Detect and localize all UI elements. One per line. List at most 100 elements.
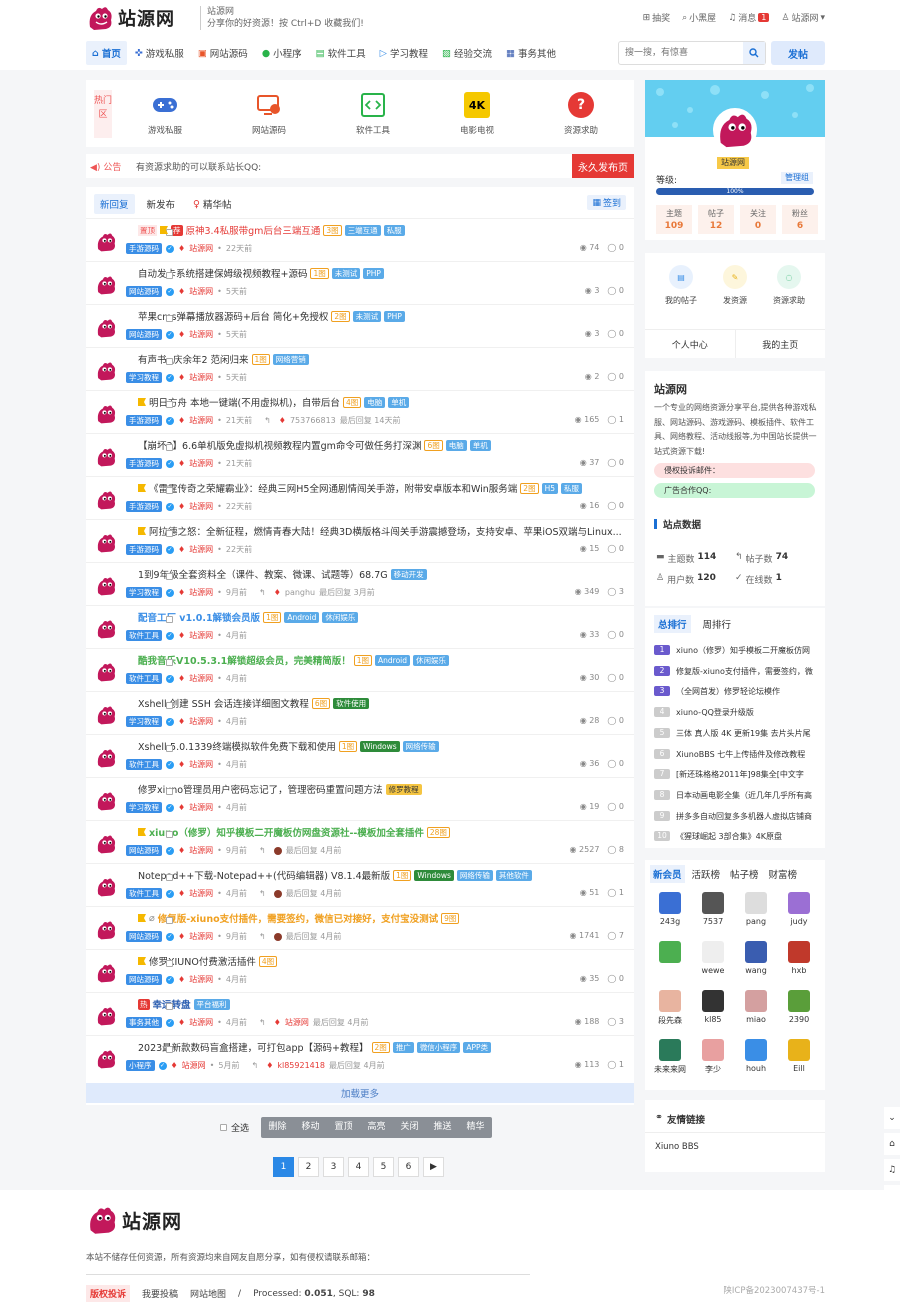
avatar[interactable] — [95, 661, 117, 683]
page-4[interactable]: 4 — [348, 1157, 369, 1177]
hot-item-software[interactable]: 软件工具 — [338, 92, 408, 136]
avatar[interactable] — [95, 360, 117, 382]
category-tag[interactable]: 手游源码 — [126, 501, 162, 512]
user-center-link[interactable]: 个人中心 — [645, 330, 736, 358]
thread-title[interactable]: 《雷霆传奇之荣耀霸业》：经典三网H5全网通剧情闯关手游，附带安卓版本和Win服务… — [149, 481, 517, 495]
thread-checkbox[interactable] — [166, 788, 173, 795]
profile-name[interactable]: 站源网 — [717, 157, 749, 169]
last-reply-user[interactable]: 站源网 — [285, 1017, 309, 1028]
category-tag[interactable]: 事务其他 — [126, 1017, 162, 1028]
thread-tag[interactable]: 休闲娱乐 — [413, 654, 450, 666]
thread-checkbox[interactable] — [166, 272, 173, 279]
avatar[interactable] — [95, 704, 117, 726]
load-more-button[interactable]: 加载更多 — [86, 1083, 634, 1103]
table-row[interactable]: 阿拉德之怒：全新征程，燃情青春大陆！经典3D横版格斗闯关手游震撼登场，支持安卓、… — [86, 519, 634, 562]
thread-tag[interactable]: Windows — [360, 740, 400, 752]
thread-title[interactable]: 修罗xiuno管理员用户密码忘记了，管理密码重置问题方法 — [138, 782, 383, 796]
thread-tag[interactable]: 电脑 — [364, 396, 386, 408]
category-tag[interactable]: 学习教程 — [126, 372, 162, 383]
stat-posts[interactable]: 帖子 12 — [698, 205, 734, 234]
member-item[interactable]: houh — [736, 1039, 776, 1073]
page-3[interactable]: 3 — [323, 1157, 344, 1177]
page-5[interactable]: 5 — [373, 1157, 394, 1177]
category-tag[interactable]: 小程序 — [126, 1060, 155, 1071]
thread-checkbox[interactable] — [166, 659, 173, 666]
avatar[interactable] — [95, 1005, 117, 1027]
submit-link[interactable]: 我要投稿 — [142, 1287, 178, 1300]
permanent-page-button[interactable]: 永久发布页 — [572, 154, 634, 178]
category-tag[interactable]: 软件工具 — [126, 673, 162, 684]
member-item[interactable]: judy — [779, 892, 819, 926]
thread-checkbox[interactable] — [166, 1003, 173, 1010]
table-row[interactable]: 修罗xiuno管理员用户密码忘记了，管理密码重置问题方法 修罗教程 学习教程 ✓ ♦ 站源… — [86, 777, 634, 820]
member-item[interactable]: wang — [736, 941, 776, 975]
thread-checkbox[interactable] — [166, 702, 173, 709]
table-row[interactable]: 修罗XIUNO付费激活插件 4图 网站源码 ✓ ♦ 站源网 • 4月前 ◉ 35 ◯ 0 — [86, 949, 634, 992]
tab-new-members[interactable]: 新会员 — [650, 865, 685, 883]
avatar[interactable] — [95, 317, 117, 339]
thread-tag[interactable]: PHP — [363, 267, 384, 279]
ranking-item[interactable]: 1 xiuno（修罗）知乎模板二开魔板仿网 — [654, 645, 819, 656]
thread-tag[interactable]: H5 — [541, 482, 558, 494]
table-row[interactable]: 有声书 -庆余年2 范闲归来 1图 网络营销 学习教程 ✓ ♦ 站源网 • 5天前 ◉ 2 ◯ 0 — [86, 347, 634, 390]
copyright-complaint-link[interactable]: 版权投诉 — [86, 1285, 131, 1302]
thread-title[interactable]: 明日方舟 本地一键端(不用虚拟机)，自带后台 — [149, 395, 340, 409]
thread-tag[interactable]: 微信小程序 — [416, 1041, 461, 1053]
tab-new-posts[interactable]: 新发布 — [141, 194, 182, 214]
push-button[interactable]: 推送 — [426, 1117, 459, 1138]
blacklist-link[interactable]: ⌕ 小黑屋 — [682, 11, 716, 25]
nav-item-software[interactable]: ▤ 软件工具 — [310, 41, 372, 65]
member-item[interactable]: 2390 — [779, 990, 819, 1024]
member-item[interactable]: miao — [736, 990, 776, 1024]
thread-tag[interactable]: 网络传输 — [402, 740, 439, 752]
member-item[interactable]: wewe — [693, 941, 733, 975]
avatar[interactable] — [95, 618, 117, 640]
thread-checkbox[interactable] — [166, 401, 173, 408]
page-2[interactable]: 2 — [298, 1157, 319, 1177]
thread-checkbox[interactable] — [166, 573, 173, 580]
bell-icon[interactable]: ♫ — [884, 1159, 900, 1181]
table-row[interactable]: 【崩坏3】6.6单机版免虚拟机视频教程内置gm命令可做任务打深渊 6图 电脑 单机 手游… — [86, 433, 634, 476]
thread-tag[interactable]: 推广 — [392, 1041, 414, 1053]
footer-logo[interactable]: 站源网 — [86, 1205, 182, 1235]
ranking-item[interactable]: 7 [新还珠格格2011年]98集全[中文字 — [654, 769, 819, 780]
nav-item-tutorials[interactable]: ▷ 学习教程 — [374, 41, 434, 65]
author-name[interactable]: 站源网 — [189, 329, 213, 340]
author-name[interactable]: 站源网 — [189, 415, 213, 426]
avatar[interactable] — [95, 532, 117, 554]
member-item[interactable]: hxb — [779, 941, 819, 975]
table-row[interactable]: 自动发卡系统搭建保姆级视频教程+源码 1图 未测试 PHP 网站源码 ✓ ♦ 站源网 • 5天前 ◉… — [86, 261, 634, 304]
member-item[interactable]: 243g — [650, 892, 690, 926]
stat-following[interactable]: 关注 0 — [740, 205, 776, 234]
avatar[interactable] — [95, 747, 117, 769]
new-post-button[interactable]: 发帖 — [771, 41, 825, 65]
table-row[interactable]: 置顶荐原神3.4私服带gm后台三端互通 3图 三端互通 私服 手游源码 ✓ ♦ 站源网 • 22天… — [86, 218, 634, 261]
member-item[interactable] — [650, 941, 690, 966]
search-input[interactable] — [619, 42, 743, 64]
nav-item-game-servers[interactable]: ✜ 游戏私服 — [129, 41, 190, 65]
tab-new-replies[interactable]: 新回复 — [94, 194, 135, 214]
avatar[interactable] — [95, 962, 117, 984]
thread-checkbox[interactable] — [166, 1046, 173, 1053]
tab-active-members[interactable]: 活跃榜 — [689, 865, 724, 883]
avatar[interactable] — [95, 489, 117, 511]
help-request-link[interactable]: ◌ 资源求助 — [759, 265, 819, 306]
category-tag[interactable]: 手游源码 — [126, 415, 162, 426]
thread-checkbox[interactable] — [166, 874, 173, 881]
thread-tag[interactable]: 网络营销 — [272, 353, 309, 365]
tab-week-ranking[interactable]: 周排行 — [699, 615, 736, 633]
category-tag[interactable]: 网站源码 — [126, 845, 162, 856]
category-tag[interactable]: 网站源码 — [126, 286, 162, 297]
thread-checkbox[interactable] — [166, 315, 173, 322]
select-all[interactable]: 全选 — [220, 1121, 249, 1134]
my-posts-link[interactable]: ▤ 我的帖子 — [651, 265, 711, 306]
ranking-item[interactable]: 4 xiuno-QQ登录升级版 — [654, 707, 819, 718]
thread-checkbox[interactable] — [166, 530, 173, 537]
select-all-checkbox[interactable] — [220, 1124, 227, 1131]
author-name[interactable]: 站源网 — [189, 630, 213, 641]
member-item[interactable]: 7537 — [693, 892, 733, 926]
thread-checkbox[interactable] — [166, 444, 173, 451]
thread-checkbox[interactable] — [166, 616, 173, 623]
hot-item-help[interactable]: ? 资源求助 — [546, 92, 616, 136]
sitemap-link[interactable]: 网站地图 — [190, 1287, 226, 1300]
